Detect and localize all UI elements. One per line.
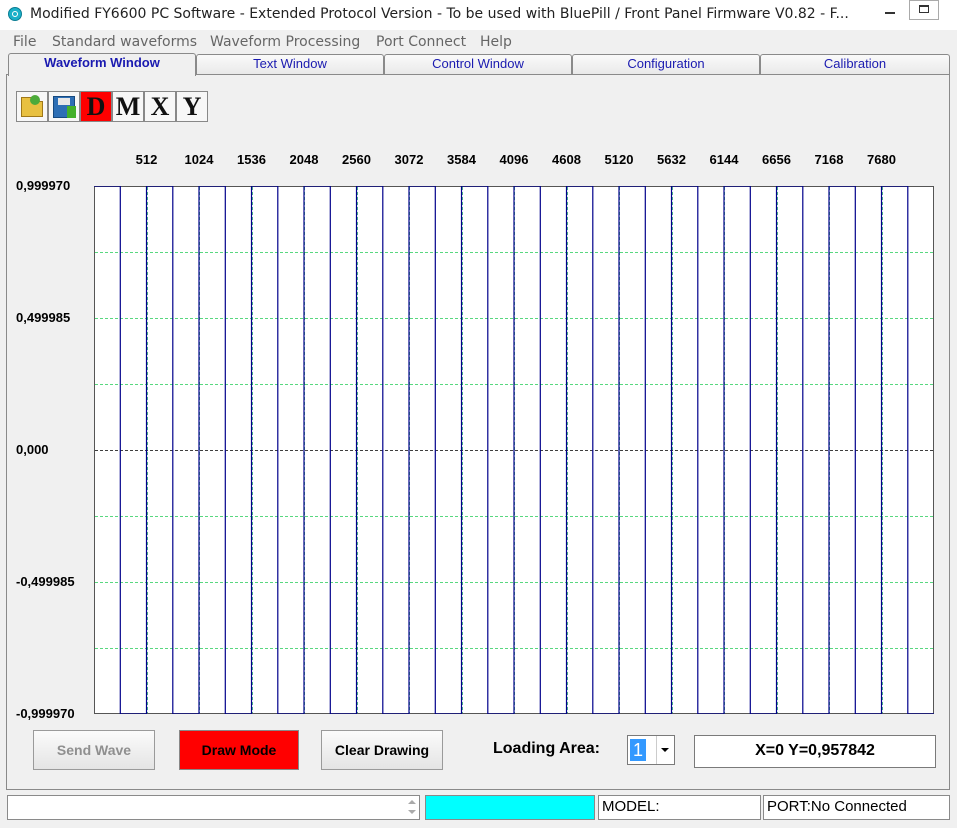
minimize-button[interactable] <box>875 0 905 20</box>
x-tick-label: 512 <box>135 152 158 167</box>
save-file-button[interactable] <box>48 91 80 122</box>
window-title: Modified FY6600 PC Software - Extended P… <box>30 6 849 22</box>
y-tick-label: -0,499985 <box>16 574 75 589</box>
open-file-button[interactable] <box>16 91 48 122</box>
send-wave-button[interactable]: Send Wave <box>33 730 155 770</box>
y-tick-label: 0,499985 <box>16 310 71 325</box>
menu-port-connect[interactable]: Port Connect <box>376 34 466 50</box>
folder-open-icon <box>21 95 43 117</box>
axis-y-button[interactable]: Y <box>176 91 208 122</box>
waveform-plot[interactable] <box>94 186 934 714</box>
spin-arrows-icon[interactable] <box>405 797 419 818</box>
x-tick-label: 2560 <box>342 152 371 167</box>
clear-drawing-button[interactable]: Clear Drawing <box>321 730 443 770</box>
menu-standard-waveforms[interactable]: Standard waveforms <box>52 34 197 50</box>
x-tick-label: 7680 <box>867 152 896 167</box>
tab-text-window[interactable]: Text Window <box>196 54 384 74</box>
tab-configuration[interactable]: Configuration <box>572 54 760 74</box>
loading-area-select[interactable]: 1 <box>627 735 675 765</box>
chevron-down-icon[interactable] <box>656 736 674 764</box>
y-tick-label: -0,999970 <box>16 706 75 721</box>
tab-strip: Waveform Window Text Window Control Wind… <box>0 53 957 76</box>
x-tick-label: 6656 <box>762 152 791 167</box>
app-icon <box>8 7 22 21</box>
x-tick-label: 5120 <box>604 152 634 167</box>
x-tick-label: 6144 <box>709 152 739 167</box>
tab-control-window[interactable]: Control Window <box>384 54 572 74</box>
x-tick-label: 3072 <box>394 152 424 167</box>
save-disk-icon <box>53 96 76 118</box>
status-message-field[interactable] <box>7 795 420 820</box>
y-tick-label: 0,999970 <box>16 178 71 193</box>
coordinate-readout: X=0 Y=0,957842 <box>694 735 936 768</box>
x-tick-label: 1536 <box>237 152 266 167</box>
tab-waveform-window[interactable]: Waveform Window <box>8 53 196 76</box>
loading-area-value: 1 <box>630 739 646 761</box>
menu-bar: File Standard waveforms Waveform Process… <box>0 30 957 52</box>
draw-mode-button[interactable]: Draw Mode <box>179 730 299 770</box>
port-field: PORT:No Connected <box>763 795 950 820</box>
model-field: MODEL: <box>598 795 761 820</box>
x-tick-label: 7168 <box>814 152 844 167</box>
x-tick-label: 1024 <box>184 152 214 167</box>
x-tick-label: 4096 <box>499 152 529 167</box>
x-tick-label: 2048 <box>289 152 319 167</box>
maximize-button[interactable] <box>909 0 939 20</box>
y-tick-label: 0,000 <box>16 442 49 457</box>
menu-help[interactable]: Help <box>480 34 512 50</box>
status-indicator <box>425 795 595 820</box>
draw-d-button[interactable]: D <box>80 91 112 122</box>
x-tick-label: 3584 <box>447 152 476 167</box>
x-tick-label: 4608 <box>552 152 581 167</box>
menu-file[interactable]: File <box>13 34 36 50</box>
title-bar: Modified FY6600 PC Software - Extended P… <box>0 0 957 30</box>
menu-waveform-processing[interactable]: Waveform Processing <box>210 34 360 50</box>
axis-x-button[interactable]: X <box>144 91 176 122</box>
loading-area-label: Loading Area: <box>493 740 600 757</box>
tab-calibration[interactable]: Calibration <box>760 54 950 74</box>
x-tick-label: 5632 <box>657 152 686 167</box>
mode-m-button[interactable]: M <box>112 91 144 122</box>
